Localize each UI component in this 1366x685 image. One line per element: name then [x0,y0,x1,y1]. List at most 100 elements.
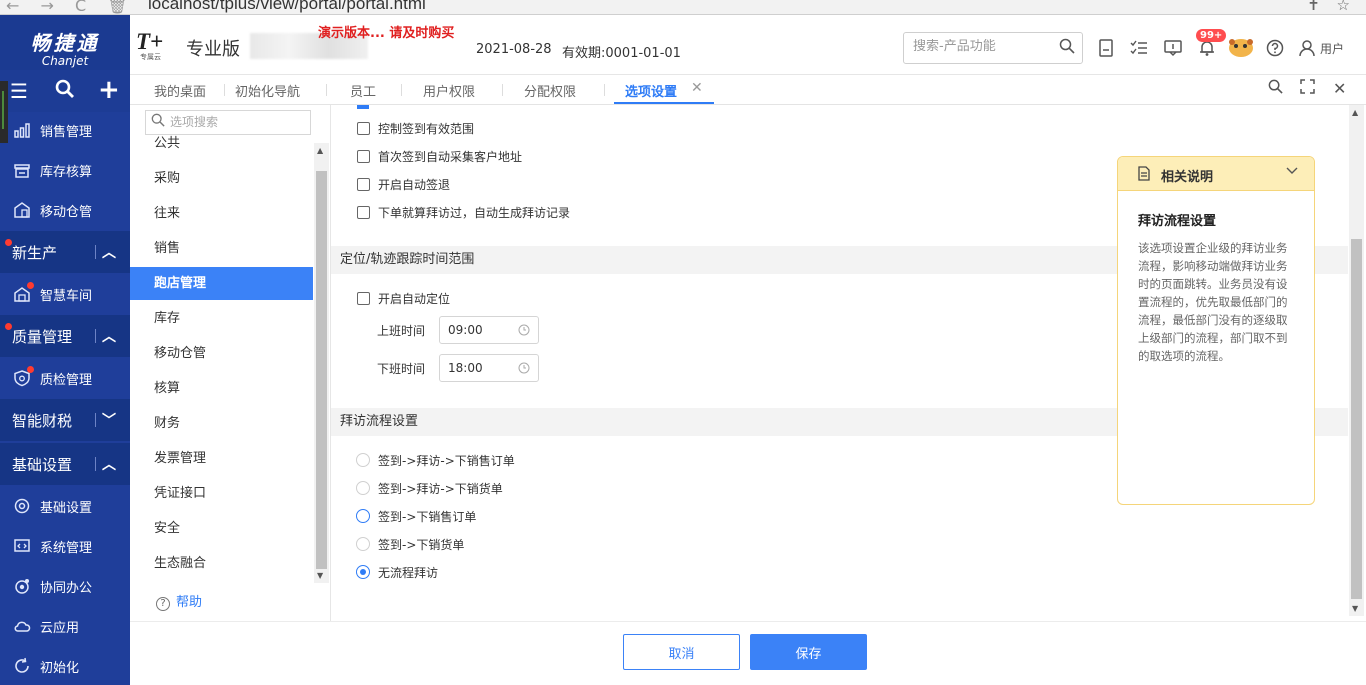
option-category-item[interactable]: 销售 [130,232,313,265]
tab-option-settings[interactable]: 选项设置 [625,81,677,100]
help-icon[interactable] [1266,39,1284,62]
sidebar-group-smart-finance[interactable]: 智能财税 ﹀ [0,399,130,441]
option-category-item[interactable]: 往来 [130,197,313,230]
tab-assign-permissions[interactable]: 分配权限 [524,81,576,100]
scroll-down-arrow-icon[interactable]: ▼ [317,571,323,580]
sidebar-item-system-management[interactable]: 系统管理 [0,526,130,566]
checkbox[interactable] [357,205,370,219]
scroll-up-arrow-icon[interactable]: ▲ [317,146,323,155]
sidebar-item-smart-workshop[interactable]: 智慧车间 [0,274,130,314]
sidebar-item-quality-inspection[interactable]: 质检管理 [0,358,130,398]
visit-flow-radio-row[interactable]: 签到->下销售订单 [356,505,476,527]
save-button[interactable]: 保存 [750,634,867,670]
option-checkbox-row[interactable]: 下单就算拜访过，自动生成拜访记录 [357,201,570,223]
sidebar-item-cloud-apps[interactable]: 云应用 [0,606,130,646]
browser-extension-icons[interactable]: ✝ ☆ [1307,0,1356,14]
user-name[interactable]: 用户 [1320,40,1344,57]
work-end-time-input[interactable]: 18:00 [439,354,540,382]
option-category-item[interactable]: 移动仓管 [130,337,313,370]
scroll-thumb[interactable] [1351,239,1362,599]
option-category-item[interactable]: 采购 [130,162,313,195]
menu-icon[interactable]: ☰ [10,79,28,103]
search-icon[interactable] [1268,79,1283,98]
browser-nav-icons[interactable]: ← → C 🗑 [6,0,136,14]
tab-init-navigation[interactable]: 初始化导航 [235,81,300,100]
scroll-up-arrow-icon[interactable]: ▲ [1352,108,1358,117]
fullscreen-icon[interactable] [1300,79,1315,98]
chevron-down-icon[interactable] [1286,164,1298,180]
chevron-down-icon: ﹀ [102,413,116,429]
mascot-icon[interactable] [1226,35,1256,64]
radio-button-checked[interactable] [356,565,370,579]
option-category-item-active[interactable]: 跑店管理 [130,267,313,300]
visit-flow-radio-row[interactable]: 签到->下销货单 [356,533,464,555]
notification-dot [27,282,34,289]
radio-button[interactable] [356,509,370,523]
checkbox[interactable] [357,291,370,305]
option-category-item[interactable]: 财务 [130,407,313,440]
tab-my-desktop[interactable]: 我的桌面 [154,81,206,100]
explanation-header[interactable]: 相关说明 [1118,157,1314,191]
address-bar[interactable]: localhost/tplus/view/portal/portal.html [148,0,426,14]
visit-flow-radio-row[interactable]: 无流程拜访 [356,561,438,583]
radio-button[interactable] [356,537,370,551]
option-category-item[interactable]: 凭证接口 [130,477,313,510]
demo-warning[interactable]: 演示版本... 请及时购买 [318,22,454,41]
help-link[interactable]: ? 帮助 [156,591,202,611]
visit-flow-radio-row[interactable]: 签到->拜访->下销售订单 [356,449,515,471]
option-category-item[interactable]: 核算 [130,372,313,405]
search-icon[interactable] [55,79,75,104]
close-icon[interactable]: ✕ [1333,79,1346,98]
radio-button[interactable] [356,453,370,467]
sidebar-item-collaboration[interactable]: 协同办公 [0,566,130,606]
work-start-row: 上班时间 09:00 [377,316,540,344]
sidebar-group-basic-settings[interactable]: 基础设置 ︿ [0,443,130,485]
sidebar-group-new-production[interactable]: 新生产 ︿ [0,231,130,273]
tab-divider [502,84,503,96]
content-scrollbar[interactable]: ▲ ▼ [1349,105,1364,616]
notification-bell-icon[interactable] [1198,39,1216,62]
checkbox-label: 开启自动签退 [378,177,451,192]
tab-user-permissions[interactable]: 用户权限 [423,81,475,100]
scroll-thumb[interactable] [316,171,327,569]
sidebar-item-inventory-accounting[interactable]: 库存核算 [0,150,130,190]
close-tab-icon[interactable]: ✕ [691,80,703,96]
add-icon[interactable]: + [98,75,120,105]
sidebar-item-basic-settings[interactable]: 基础设置 [0,486,130,526]
sidebar-item-mobile-warehouse[interactable]: 移动仓管 [0,190,130,230]
checkbox[interactable] [357,149,370,163]
validity-date: 有效期:0001-01-01 [562,46,681,61]
options-search-input[interactable] [170,115,300,129]
tab-divider [326,84,327,96]
tab-employee[interactable]: 员工 [350,81,376,100]
option-checkbox-row[interactable]: 开启自动定位 [357,287,450,309]
option-category-item[interactable]: 生态融合 [130,547,313,580]
document-icon[interactable] [1098,39,1114,62]
option-checkbox-row[interactable]: 开启自动签退 [357,173,450,195]
option-category-item[interactable]: 发票管理 [130,442,313,475]
cancel-button[interactable]: 取消 [623,634,740,670]
option-category-item[interactable]: 公共 [130,129,313,153]
global-search[interactable] [903,32,1083,64]
global-search-input[interactable] [913,39,1053,54]
options-nav-scrollbar[interactable]: ▲ ▼ [314,143,329,583]
option-category-item[interactable]: 库存 [130,302,313,335]
search-icon[interactable] [1059,38,1075,58]
visit-flow-radio-row[interactable]: 签到->拜访->下销货单 [356,477,503,499]
scroll-down-arrow-icon[interactable]: ▼ [1352,604,1358,613]
sidebar-item-initialization[interactable]: 初始化 [0,646,130,685]
checkbox[interactable] [357,177,370,191]
refresh-icon [12,656,32,676]
work-start-time-input[interactable]: 09:00 [439,316,540,344]
option-checkbox-row[interactable]: 控制签到有效范围 [357,117,474,139]
task-list-icon[interactable] [1130,39,1148,62]
sidebar-item-sales[interactable]: 销售管理 [0,110,130,150]
radio-button[interactable] [356,481,370,495]
group-separator [95,329,96,343]
message-icon[interactable] [1164,39,1182,62]
option-checkbox-row[interactable]: 首次签到自动采集客户地址 [357,145,522,167]
sidebar-group-quality[interactable]: 质量管理 ︿ [0,315,130,357]
checkbox[interactable] [357,121,370,135]
user-icon[interactable] [1298,39,1316,62]
option-category-item[interactable]: 安全 [130,512,313,545]
